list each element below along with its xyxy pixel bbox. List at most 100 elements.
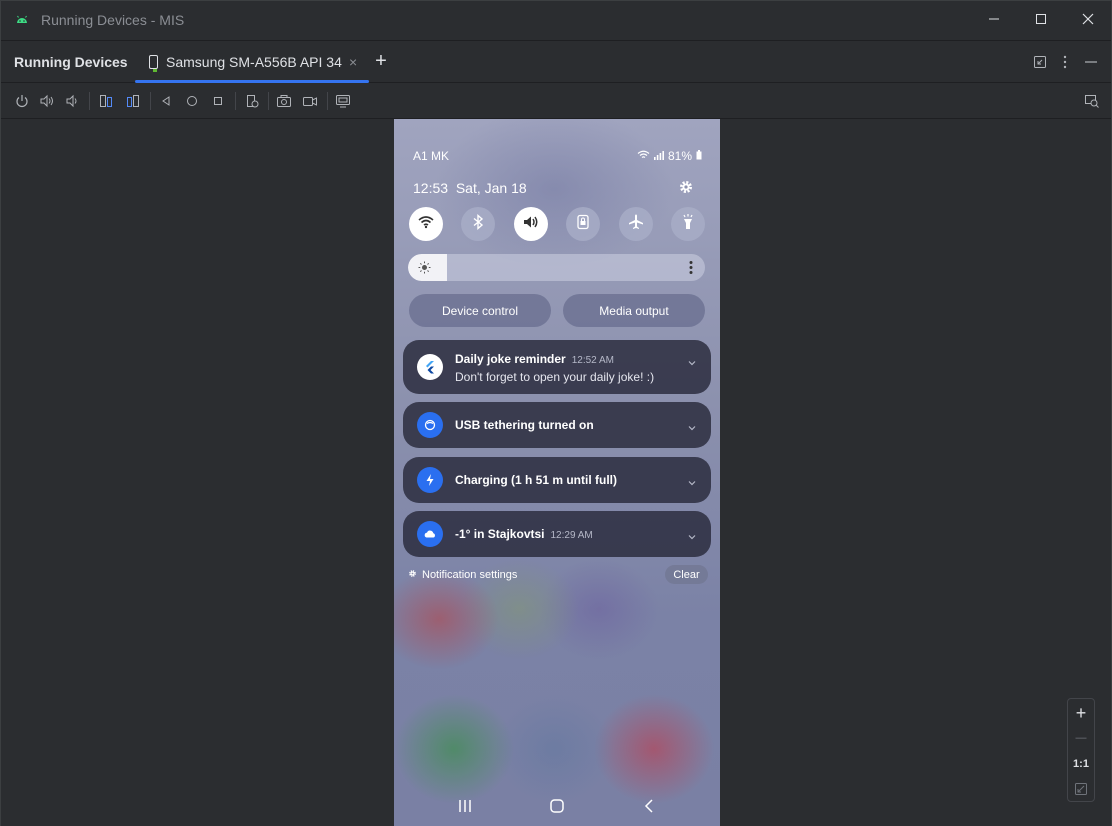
toolbar-separator xyxy=(235,92,236,110)
brightness-more-icon[interactable] xyxy=(689,260,693,275)
power-icon[interactable] xyxy=(14,93,30,109)
battery-icon xyxy=(696,149,702,163)
phone-nav-bar xyxy=(394,791,720,821)
tab-close-icon[interactable]: × xyxy=(349,54,357,70)
add-device-button[interactable]: + xyxy=(371,51,391,71)
zoom-in-button[interactable]: + xyxy=(1068,701,1094,725)
notification-title-text: -1° in Stajkovtsi xyxy=(455,527,545,541)
signal-icon xyxy=(653,149,664,163)
flashlight-toggle[interactable] xyxy=(671,207,705,241)
close-window-button[interactable] xyxy=(1065,1,1111,41)
weather-icon xyxy=(417,521,443,547)
notification-body: Don't forget to open your daily joke! :) xyxy=(455,370,655,384)
maximize-button[interactable] xyxy=(1018,1,1064,41)
active-tab-indicator xyxy=(135,80,369,83)
collapse-icon[interactable] xyxy=(1032,54,1048,70)
chevron-down-icon[interactable] xyxy=(687,355,697,366)
hide-panel-icon[interactable] xyxy=(1083,54,1099,70)
back-nav-icon[interactable] xyxy=(641,798,657,814)
charging-icon xyxy=(417,467,443,493)
tab-samsung-device[interactable]: Samsung SM-A556B API 34 × xyxy=(135,42,369,83)
snapshot-icon[interactable] xyxy=(244,93,260,109)
clock-date-label: Sat, Jan 18 xyxy=(455,180,527,196)
device-mirror-icon[interactable] xyxy=(335,93,351,109)
screenshot-icon[interactable] xyxy=(276,93,292,109)
notification-weather[interactable]: -1° in Stajkovtsi 12:29 AM xyxy=(403,511,711,557)
sound-toggle[interactable] xyxy=(514,207,548,241)
device-control-button[interactable]: Device control xyxy=(409,294,551,327)
notification-settings-link[interactable]: Notification settings xyxy=(408,569,517,581)
notification-usb-tethering[interactable]: USB tethering turned on xyxy=(403,402,711,448)
chevron-down-icon[interactable] xyxy=(687,475,697,486)
wifi-status-icon xyxy=(637,149,650,163)
settings-gear-icon[interactable] xyxy=(678,179,694,195)
notification-title: USB tethering turned on xyxy=(455,418,594,432)
brightness-slider[interactable] xyxy=(408,254,705,281)
window-title: Running Devices - MIS xyxy=(41,12,185,28)
zoom-controls: + — 1:1 xyxy=(1067,698,1095,802)
carrier-label: A1 MK xyxy=(413,149,450,163)
lock-rotation-icon xyxy=(574,213,592,236)
device-toolbar xyxy=(1,84,1111,119)
home-icon[interactable] xyxy=(184,93,200,109)
fit-screen-icon xyxy=(1074,782,1088,799)
toolbar-separator xyxy=(268,92,269,110)
bluetooth-icon xyxy=(469,213,487,236)
notification-title: -1° in Stajkovtsi 12:29 AM xyxy=(455,527,593,541)
notification-charging[interactable]: Charging (1 h 51 m until full) xyxy=(403,457,711,503)
notification-title-text: Daily joke reminder xyxy=(455,352,566,366)
screen-record-icon[interactable] xyxy=(302,93,318,109)
notification-title: Charging (1 h 51 m until full) xyxy=(455,473,617,487)
overview-icon[interactable] xyxy=(210,93,226,109)
status-icons: 81% xyxy=(637,149,702,163)
home-nav-icon[interactable] xyxy=(549,798,565,814)
toolbar-separator xyxy=(89,92,90,110)
notification-time: 12:52 AM xyxy=(571,355,614,366)
clock-date: 12:53 Sat, Jan 18 xyxy=(413,180,527,196)
fit-screen-button[interactable] xyxy=(1068,778,1094,802)
recents-icon[interactable] xyxy=(457,798,473,814)
panel-title: Running Devices xyxy=(14,54,128,70)
tool-window-header: Running Devices Samsung SM-A556B API 34 … xyxy=(1,42,1111,83)
minimize-button[interactable] xyxy=(971,1,1017,41)
media-output-button[interactable]: Media output xyxy=(563,294,705,327)
volume-up-icon[interactable] xyxy=(39,93,55,109)
wifi-toggle[interactable] xyxy=(409,207,443,241)
minimize-icon xyxy=(988,12,1000,30)
gear-icon xyxy=(408,569,417,581)
flutter-icon xyxy=(417,354,443,380)
battery-percent: 81% xyxy=(667,149,692,163)
close-icon xyxy=(1082,12,1094,30)
wifi-icon xyxy=(417,213,435,236)
notification-title: Daily joke reminder 12:52 AM xyxy=(455,352,614,366)
airplane-icon xyxy=(627,213,645,236)
rotate-left-icon[interactable] xyxy=(98,93,114,109)
tab-label: Samsung SM-A556B API 34 xyxy=(166,54,342,70)
phone-icon xyxy=(149,55,158,72)
actual-size-button[interactable]: 1:1 xyxy=(1068,752,1094,776)
clock-time: 12:53 xyxy=(413,180,449,196)
title-bar: Running Devices - MIS xyxy=(1,1,1111,41)
notification-daily-joke[interactable]: Daily joke reminder 12:52 AM Don't forget… xyxy=(403,340,711,394)
toolbar-separator xyxy=(327,92,328,110)
usb-tether-icon xyxy=(417,412,443,438)
phone-screen[interactable]: A1 MK 81% 12:53 Sat, Jan 18 Device contr… xyxy=(394,119,720,826)
screen-lock-toggle[interactable] xyxy=(566,207,600,241)
toolbar-separator xyxy=(150,92,151,110)
airplane-toggle[interactable] xyxy=(619,207,653,241)
chevron-down-icon[interactable] xyxy=(687,529,697,540)
device-explorer-icon[interactable] xyxy=(1084,93,1100,109)
zoom-out-button[interactable]: — xyxy=(1068,726,1094,750)
bluetooth-toggle[interactable] xyxy=(461,207,495,241)
rotate-right-icon[interactable] xyxy=(125,93,141,109)
ide-window: Running Devices - MIS Running Devices Sa… xyxy=(0,0,1112,826)
brightness-icon xyxy=(418,261,431,274)
clear-notifications-button[interactable]: Clear xyxy=(665,565,708,584)
more-options-icon[interactable] xyxy=(1057,54,1073,70)
notification-time: 12:29 AM xyxy=(550,530,593,541)
flashlight-icon xyxy=(679,213,697,236)
volume-down-icon[interactable] xyxy=(64,93,80,109)
chevron-down-icon[interactable] xyxy=(687,420,697,431)
back-icon[interactable] xyxy=(158,93,174,109)
maximize-icon xyxy=(1035,12,1047,30)
